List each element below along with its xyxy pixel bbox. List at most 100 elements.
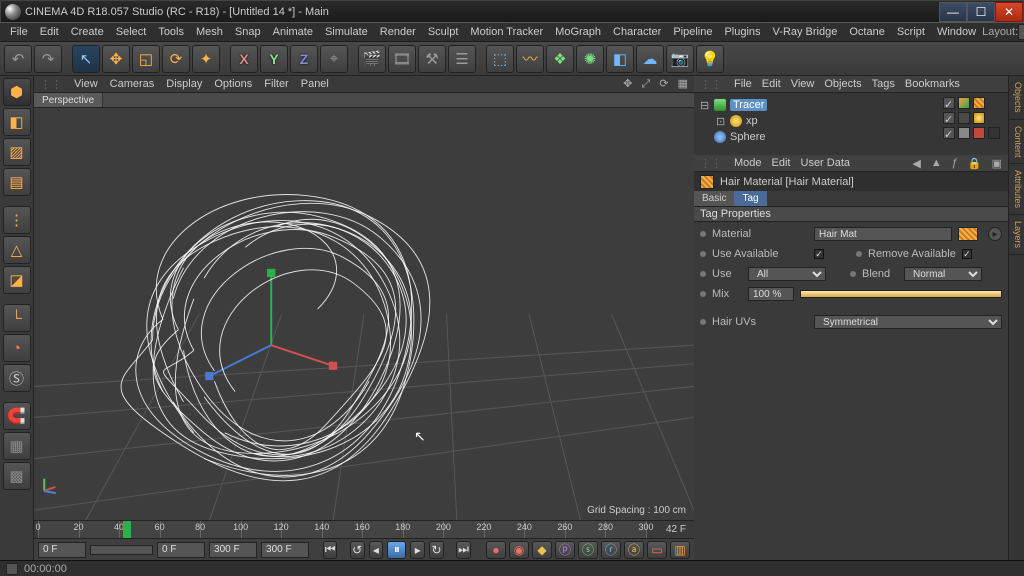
menu-pipeline[interactable]: Pipeline <box>667 26 718 38</box>
add-light-button[interactable]: 💡 <box>696 45 724 73</box>
add-generator2-button[interactable]: ✺ <box>576 45 604 73</box>
vp-menu-filter[interactable]: Filter <box>264 78 288 90</box>
key-frame-view-button[interactable]: ▥ <box>670 541 690 559</box>
menu-edit[interactable]: Edit <box>34 26 65 38</box>
current-frame-field[interactable] <box>157 542 205 558</box>
menu-render[interactable]: Render <box>374 26 422 38</box>
menu-sculpt[interactable]: Sculpt <box>422 26 465 38</box>
menu-create[interactable]: Create <box>65 26 110 38</box>
side-tab-objects[interactable]: Objects <box>1009 76 1024 120</box>
scale-tool[interactable]: ◱ <box>132 45 160 73</box>
use-available-checkbox[interactable]: ✓ <box>814 249 824 259</box>
tag-extra-sphere[interactable] <box>988 127 1000 139</box>
viewport-tab-perspective[interactable]: Perspective <box>34 93 103 107</box>
keyframe-sel-button[interactable]: ◆ <box>532 541 552 559</box>
tag-display-xp[interactable] <box>958 112 970 124</box>
mix-value-field[interactable] <box>748 287 794 301</box>
axis-z-toggle[interactable]: Z <box>290 45 318 73</box>
add-deformer-button[interactable]: ◧ <box>606 45 634 73</box>
attr-nav-lock-icon[interactable]: 🔒 <box>968 157 982 170</box>
menu-plugins[interactable]: Plugins <box>718 26 766 38</box>
use-select[interactable]: All <box>748 267 826 281</box>
vp-menu-options[interactable]: Options <box>214 78 252 90</box>
obj-menu-view[interactable]: View <box>791 78 815 90</box>
vp-nav-rotate-icon[interactable]: ⟳ <box>659 78 668 90</box>
key-param-button[interactable]: ⓐ <box>624 541 644 559</box>
attr-tab-basic[interactable]: Basic <box>694 191 734 206</box>
menu-mesh[interactable]: Mesh <box>190 26 229 38</box>
range-start-field[interactable] <box>38 542 86 558</box>
attr-nav-fn-icon[interactable]: ƒ <box>952 157 958 169</box>
menu-animate[interactable]: Animate <box>267 26 319 38</box>
soft-select-button[interactable]: ◔ <box>3 334 31 362</box>
record-key-button[interactable]: ● <box>486 541 506 559</box>
tweak-mode-button[interactable]: Ⓢ <box>3 364 31 392</box>
attr-menu-userdata[interactable]: User Data <box>801 157 851 169</box>
vp-nav-layout-icon[interactable]: ▦ <box>678 78 688 90</box>
vp-menu-view[interactable]: View <box>74 78 98 90</box>
tag-hairmat-tracer[interactable] <box>958 97 970 109</box>
redo-button[interactable]: ↷ <box>34 45 62 73</box>
render-view-button[interactable]: 🎬 <box>358 45 386 73</box>
side-tab-content[interactable]: Content <box>1009 120 1024 165</box>
add-camera-button[interactable]: 📷 <box>666 45 694 73</box>
attr-nav-up-icon[interactable]: ▲ <box>931 157 942 169</box>
workplane-lock-button[interactable]: ▦ <box>3 432 31 460</box>
render-pv-button[interactable]: 🎞 <box>388 45 416 73</box>
step-fwd-button[interactable]: ▸ <box>410 541 425 559</box>
menu-motiontracker[interactable]: Motion Tracker <box>464 26 549 38</box>
axis-x-toggle[interactable]: X <box>230 45 258 73</box>
axis-mode-button[interactable]: └ <box>3 304 31 332</box>
add-primitive-button[interactable]: ⬚ <box>486 45 514 73</box>
attr-menu-mode[interactable]: Mode <box>734 157 762 169</box>
texture-mode-button[interactable]: ▨ <box>3 138 31 166</box>
vp-menu-display[interactable]: Display <box>166 78 202 90</box>
mix-slider[interactable] <box>800 290 1002 298</box>
tag-vis-xp[interactable]: ✓ <box>943 112 955 124</box>
loop-back-button[interactable]: ↺ <box>350 541 365 559</box>
project-end-field[interactable] <box>261 542 309 558</box>
vp-nav-zoom-icon[interactable]: ⤢ <box>641 78 650 90</box>
vp-nav-move-icon[interactable]: ✥ <box>623 78 632 90</box>
model-mode-button[interactable]: ◧ <box>3 108 31 136</box>
menu-vraybridge[interactable]: V-Ray Bridge <box>767 26 844 38</box>
live-select-tool[interactable]: ↖ <box>72 45 100 73</box>
blend-select[interactable]: Normal <box>904 267 982 281</box>
add-spline-button[interactable]: 〰 <box>516 45 544 73</box>
attr-nav-back-icon[interactable]: ◀ <box>912 157 920 170</box>
range-end-field[interactable] <box>209 542 257 558</box>
obj-menu-tags[interactable]: Tags <box>872 78 895 90</box>
snap-button[interactable]: 🧲 <box>3 402 31 430</box>
points-mode-button[interactable]: ⋮ <box>3 206 31 234</box>
key-pos-button[interactable]: ⓟ <box>555 541 575 559</box>
window-minimize-button[interactable]: — <box>939 2 967 22</box>
obj-menu-bookmarks[interactable]: Bookmarks <box>905 78 960 90</box>
timeline-ruler[interactable]: 0204060801001201401601802002202402602803… <box>38 521 646 538</box>
rotate-tool[interactable]: ⟳ <box>162 45 190 73</box>
edges-mode-button[interactable]: △ <box>3 236 31 264</box>
menu-simulate[interactable]: Simulate <box>319 26 374 38</box>
viewport-3d-view[interactable]: ↖ Grid Spacing : 100 cm <box>34 108 694 520</box>
key-rot-button[interactable]: ⓡ <box>601 541 621 559</box>
move-tool[interactable]: ✥ <box>102 45 130 73</box>
menu-character[interactable]: Character <box>607 26 667 38</box>
key-scale-button[interactable]: ⓢ <box>578 541 598 559</box>
window-maximize-button[interactable]: ☐ <box>967 2 995 22</box>
attr-menu-edit[interactable]: Edit <box>772 157 791 169</box>
last-tool[interactable]: ✦ <box>192 45 220 73</box>
material-field[interactable] <box>814 227 952 241</box>
tag-vis-tracer[interactable]: ✓ <box>943 97 955 109</box>
play-pause-button[interactable]: ⏸ <box>387 541 406 559</box>
step-back-button[interactable]: ◂ <box>369 541 384 559</box>
add-environment-button[interactable]: ☁ <box>636 45 664 73</box>
menu-script[interactable]: Script <box>891 26 931 38</box>
hairuv-select[interactable]: Symmetrical <box>814 315 1002 329</box>
menu-snap[interactable]: Snap <box>229 26 267 38</box>
vp-menu-cameras[interactable]: Cameras <box>110 78 155 90</box>
tag-vis-sphere[interactable]: ✓ <box>943 127 955 139</box>
attr-nav-new-icon[interactable]: ▣ <box>992 157 1002 170</box>
axis-y-toggle[interactable]: Y <box>260 45 288 73</box>
material-picker-button[interactable]: ▸ <box>988 227 1002 241</box>
tag-comp-sphere[interactable] <box>973 127 985 139</box>
obj-menu-file[interactable]: File <box>734 78 752 90</box>
